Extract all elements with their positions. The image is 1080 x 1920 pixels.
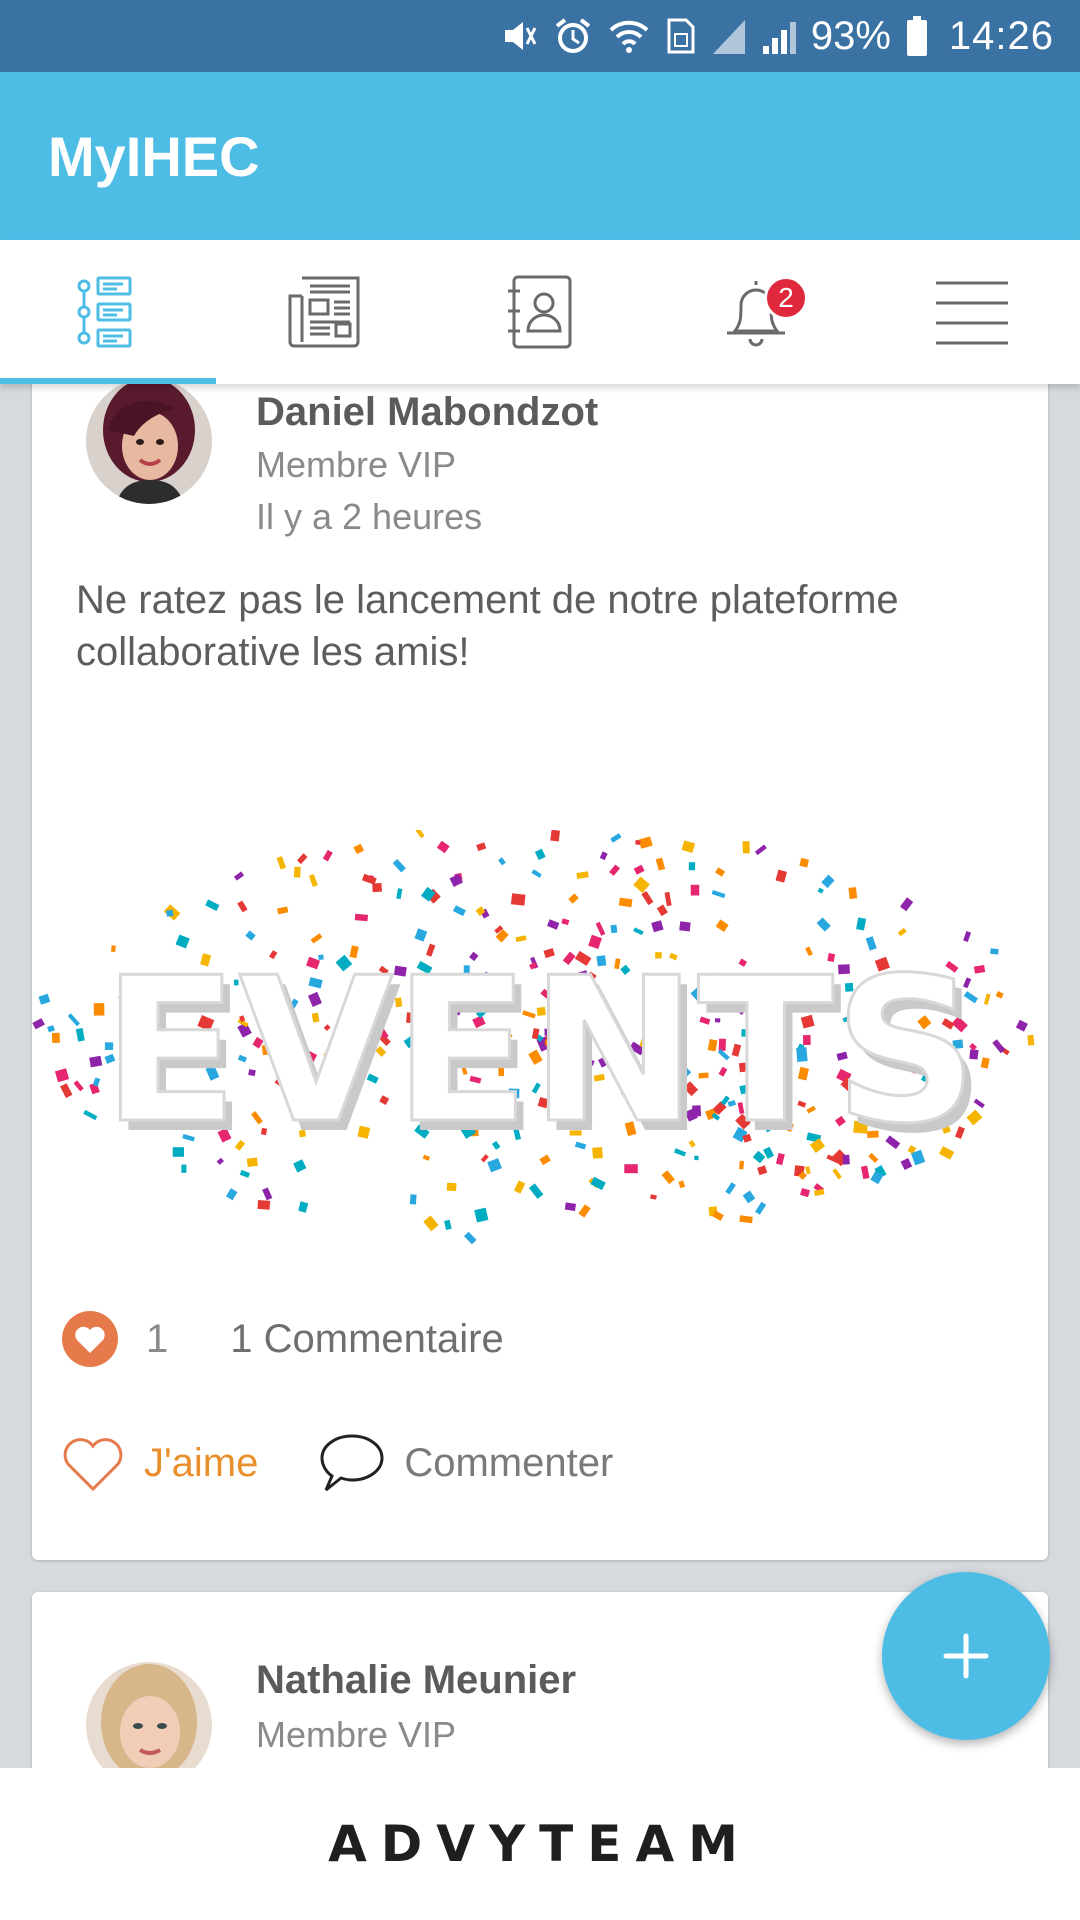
post-author[interactable]: Nathalie Meunier — [256, 1658, 576, 1703]
tab-menu[interactable] — [864, 240, 1080, 384]
notification-badge: 2 — [764, 276, 808, 320]
advyteam-logo: ADVYTEAM — [328, 1815, 752, 1873]
post-card: Daniel Mabondzot Membre VIP Il y a 2 heu… — [32, 384, 1048, 1560]
battery-icon — [905, 15, 929, 57]
post-image[interactable]: EVENTS EVENTS — [32, 830, 1048, 1270]
post-actions: J'aime Commenter — [60, 1432, 613, 1494]
post-author[interactable]: Daniel Mabondzot — [256, 390, 598, 435]
avatar[interactable] — [86, 384, 212, 504]
timeline-icon — [77, 276, 132, 348]
logo-text: ADVYTEAM — [328, 1815, 752, 1873]
post-timestamp: Il y a 2 heures — [256, 496, 483, 537]
comment-label: Commenter — [404, 1440, 614, 1485]
tab-news[interactable] — [216, 240, 432, 384]
tab-bar: 2 — [0, 240, 1080, 384]
heart-outline-icon — [63, 1438, 123, 1492]
event-banner-text: EVENTS — [102, 935, 978, 1168]
post-stats: 1 1 Commentaire — [60, 1304, 504, 1374]
alarm-icon — [553, 16, 593, 56]
plus-icon — [943, 1633, 989, 1679]
status-bar: 93% 14:26 — [0, 0, 1080, 72]
signal-icon — [761, 16, 797, 56]
speech-bubble-icon — [320, 1434, 384, 1492]
app-title: MyIHEC — [48, 124, 260, 188]
comment-button[interactable]: Commenter — [318, 1432, 613, 1494]
like-button[interactable]: J'aime — [60, 1433, 258, 1493]
signal-icon — [711, 16, 747, 56]
wifi-icon — [607, 16, 651, 56]
post-author-role: Membre VIP — [256, 444, 457, 485]
battery-percent: 93% — [810, 13, 891, 58]
newspaper-icon — [288, 276, 360, 348]
feed[interactable]: Daniel Mabondzot Membre VIP Il y a 2 heu… — [0, 384, 1080, 1768]
tab-feed[interactable] — [0, 240, 216, 384]
sim-icon — [665, 16, 697, 56]
contacts-book-icon — [508, 275, 572, 349]
like-count: 1 — [146, 1316, 169, 1361]
tab-notifications[interactable]: 2 — [648, 240, 864, 384]
tab-contacts[interactable] — [432, 240, 648, 384]
new-post-button[interactable] — [882, 1572, 1050, 1740]
clock: 14:26 — [948, 13, 1054, 58]
avatar[interactable] — [86, 1662, 212, 1768]
post-text: Ne ratez pas le lancement de notre plate… — [76, 578, 899, 674]
sponsor-footer: ADVYTEAM — [0, 1768, 1080, 1920]
hamburger-menu-icon — [936, 281, 1008, 345]
heart-filled-icon — [62, 1311, 118, 1367]
app-bar: MyIHEC — [0, 72, 1080, 240]
comment-count[interactable]: 1 Commentaire — [230, 1317, 503, 1362]
like-label: J'aime — [144, 1440, 259, 1485]
mute-icon — [499, 16, 539, 56]
post-author-role: Membre VIP — [256, 1714, 457, 1755]
